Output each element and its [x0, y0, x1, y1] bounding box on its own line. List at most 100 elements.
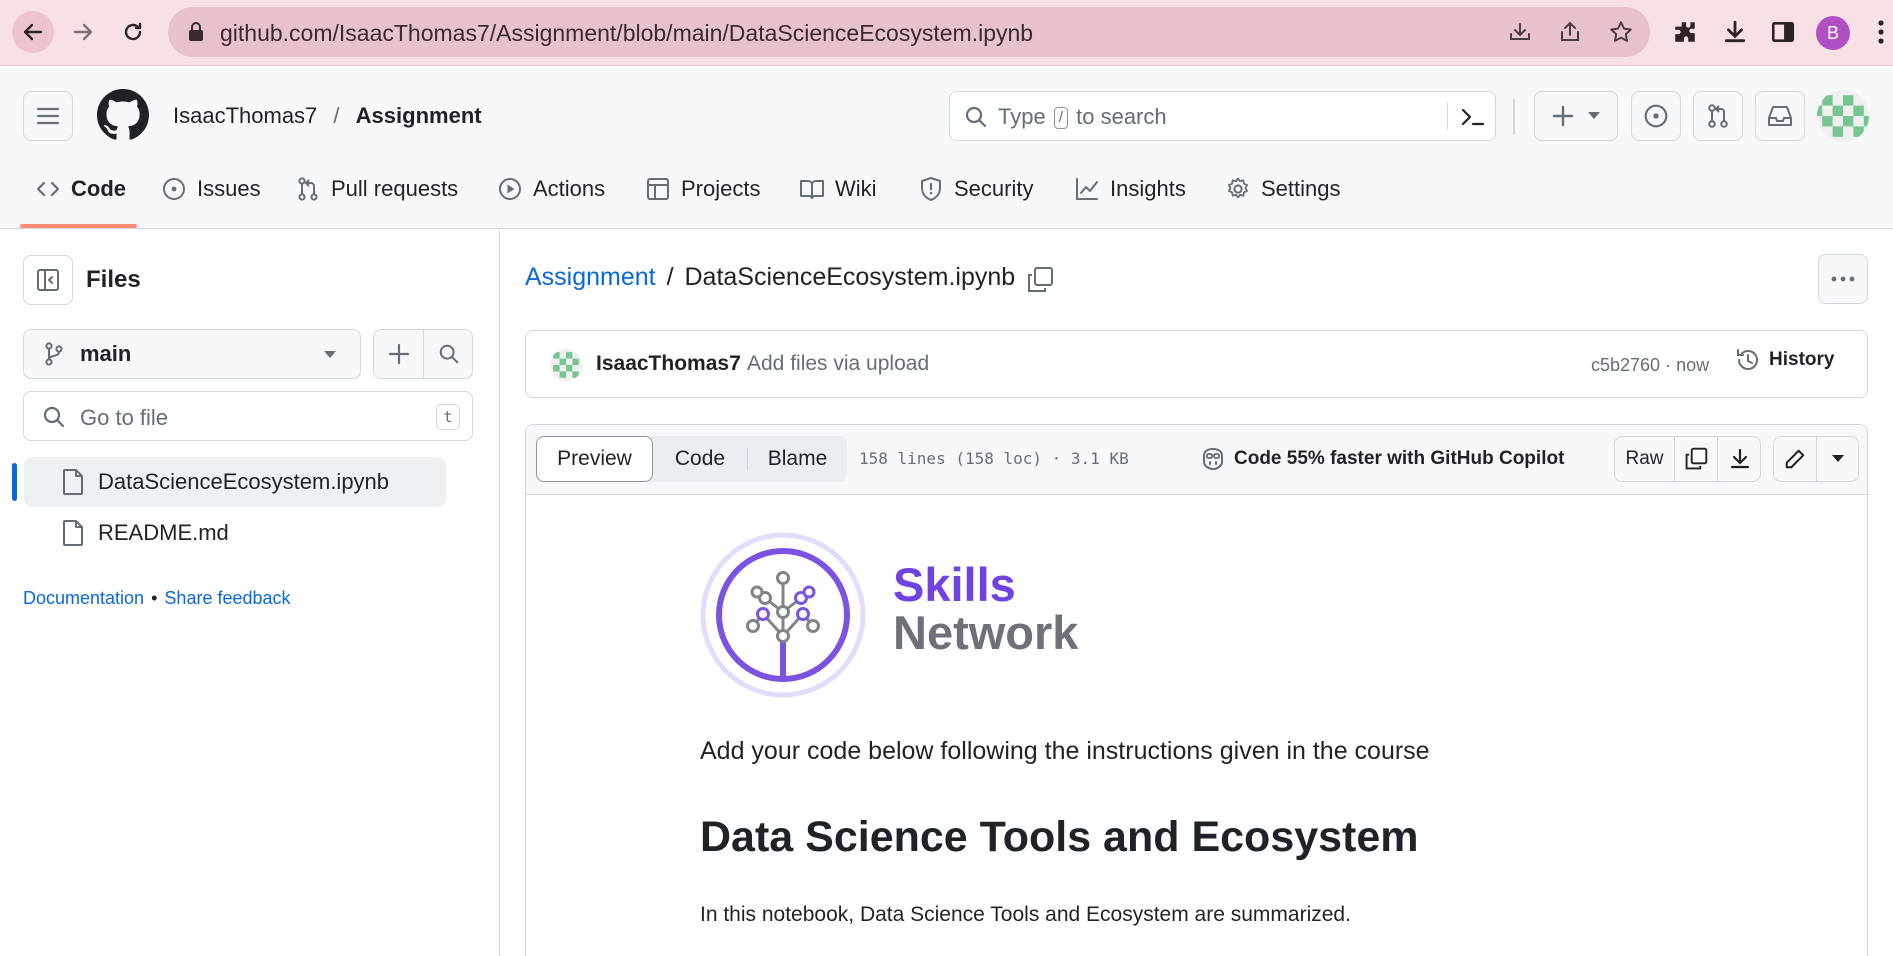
sidebar-collapse-icon: [37, 269, 59, 291]
edit-options-dropdown[interactable]: [1817, 437, 1859, 481]
edit-file-button[interactable]: [1774, 437, 1817, 481]
copy-icon: [1685, 447, 1708, 470]
file-viewer-header: Preview Code Blame 158 lines (158 loc) ·…: [526, 425, 1867, 495]
pull-request-icon: [298, 177, 318, 201]
search-placeholder: Type / to search: [998, 104, 1167, 129]
search-files-button[interactable]: [424, 330, 474, 378]
plus-icon: [1552, 105, 1574, 127]
branch-selector[interactable]: main: [23, 329, 361, 379]
collapse-sidebar-button[interactable]: [23, 255, 73, 305]
go-to-file-placeholder: Go to file: [80, 405, 169, 430]
tab-label: Projects: [681, 176, 761, 201]
identicon-avatar: [1817, 90, 1869, 142]
commit-author-avatar[interactable]: [550, 349, 582, 381]
github-logo[interactable]: [97, 89, 149, 141]
command-palette-icon[interactable]: [1460, 105, 1486, 129]
download-raw-button[interactable]: [1718, 437, 1761, 481]
tab-label: Code: [71, 176, 126, 201]
commit-author[interactable]: IsaacThomas7: [596, 352, 741, 376]
copilot-promo[interactable]: Code 55% faster with GitHub Copilot: [1200, 447, 1564, 471]
kebab-menu-icon: [1878, 20, 1884, 44]
pull-requests-button[interactable]: [1693, 91, 1743, 141]
install-app-icon[interactable]: [1508, 20, 1532, 44]
search-icon: [43, 406, 65, 428]
file-icon: [63, 469, 83, 495]
add-file-button[interactable]: [374, 330, 424, 378]
shield-icon: [921, 177, 941, 201]
commit-meta: c5b2760 · now: [1591, 355, 1709, 376]
breadcrumb-separator: /: [666, 263, 674, 291]
copy-raw-button[interactable]: [1675, 437, 1718, 481]
commit-message[interactable]: Add files via upload: [747, 352, 929, 376]
chrome-menu-button[interactable]: [1866, 17, 1893, 47]
inbox-button[interactable]: [1755, 91, 1805, 141]
caret-down-icon: [1588, 112, 1600, 119]
tab-pull-requests[interactable]: Pull requests: [295, 167, 458, 211]
downloads-button[interactable]: [1720, 17, 1750, 47]
tab-projects[interactable]: Projects: [645, 167, 760, 211]
tab-code[interactable]: Code: [35, 167, 126, 211]
tab-actions[interactable]: Actions: [497, 167, 605, 211]
search-input[interactable]: Type / to search: [949, 91, 1496, 141]
copilot-icon: [1203, 447, 1223, 471]
breadcrumb-repo-link[interactable]: Assignment: [525, 263, 656, 291]
browser-toolbar: github.com/IsaacThomas7/Assignment/blob/…: [0, 0, 1893, 66]
branch-icon: [45, 342, 63, 366]
tab-wiki[interactable]: Wiki: [799, 167, 877, 211]
share-feedback-link[interactable]: Share feedback: [164, 588, 290, 608]
skills-network-logo: [700, 532, 866, 698]
file-stats: 158 lines (158 loc) · 3.1 KB: [859, 449, 1129, 468]
create-new-button[interactable]: [1534, 91, 1618, 141]
tab-insights[interactable]: Insights: [1074, 167, 1186, 211]
gear-icon: [1228, 177, 1248, 199]
menu-button[interactable]: [23, 91, 73, 141]
logo-text-network: Network: [893, 606, 1079, 659]
address-bar[interactable]: github.com/IsaacThomas7/Assignment/blob/…: [168, 7, 1650, 57]
raw-button[interactable]: Raw: [1615, 437, 1675, 481]
forward-button[interactable]: [62, 11, 104, 53]
book-icon: [800, 180, 824, 199]
more-options-button[interactable]: [1818, 254, 1868, 304]
url-text[interactable]: github.com/IsaacThomas7/Assignment/blob/…: [220, 20, 1033, 47]
share-icon[interactable]: [1558, 20, 1582, 44]
file-tree-item[interactable]: DataScienceEcosystem.ipynb: [24, 457, 446, 507]
footer-separator: •: [151, 588, 158, 608]
file-title: DataScienceEcosystem.ipynb: [684, 263, 1016, 291]
code-view-tab[interactable]: Code: [653, 436, 747, 482]
owner-link[interactable]: IsaacThomas7: [173, 103, 317, 128]
repo-breadcrumb: IsaacThomas7 / Assignment: [173, 103, 482, 129]
pencil-icon: [1785, 449, 1805, 469]
commit-hash[interactable]: c5b2760: [1591, 355, 1660, 375]
file-tree-item[interactable]: README.md: [24, 508, 446, 558]
reload-button[interactable]: [112, 11, 154, 53]
bookmark-star-icon[interactable]: [1608, 19, 1634, 45]
tab-label: Security: [954, 176, 1034, 201]
copilot-text: Code 55% faster with GitHub Copilot: [1234, 448, 1565, 469]
documentation-link[interactable]: Documentation: [23, 588, 144, 608]
download-icon: [1730, 448, 1749, 469]
repo-link[interactable]: Assignment: [356, 103, 482, 128]
user-avatar[interactable]: [1817, 90, 1869, 142]
tab-issues[interactable]: Issues: [161, 167, 261, 211]
copy-path-button[interactable]: [1026, 266, 1054, 294]
tab-security[interactable]: Security: [918, 167, 1033, 211]
tab-settings[interactable]: Settings: [1225, 167, 1341, 211]
profile-avatar[interactable]: B: [1816, 16, 1850, 50]
file-name: README.md: [98, 520, 229, 545]
file-tree-sidebar: Files main Go to file t DataScienceEcosy…: [0, 230, 500, 956]
extensions-button[interactable]: [1670, 17, 1700, 47]
instruction-text: Add your code below following the instru…: [700, 737, 1430, 765]
go-to-file-input[interactable]: Go to file t: [23, 391, 473, 441]
caret-down-icon: [324, 351, 336, 358]
search-icon: [965, 106, 987, 128]
history-button[interactable]: History: [1735, 347, 1834, 373]
go-to-file-shortcut: t: [436, 404, 460, 430]
commit-time: · now: [1665, 355, 1710, 375]
side-panel-button[interactable]: [1768, 17, 1798, 47]
logo-text-skills: Skills: [893, 558, 1016, 611]
file-breadcrumb: Assignment / DataScienceEcosystem.ipynb: [525, 263, 1015, 292]
back-button[interactable]: [12, 11, 54, 53]
issues-button[interactable]: [1631, 91, 1681, 141]
blame-tab[interactable]: Blame: [748, 436, 847, 482]
preview-tab[interactable]: Preview: [536, 436, 653, 482]
